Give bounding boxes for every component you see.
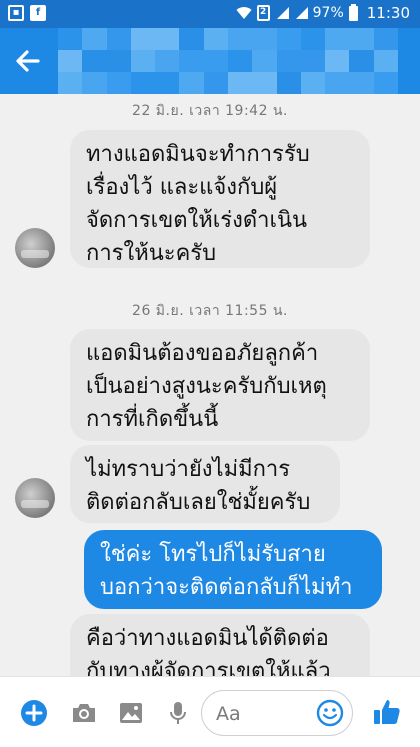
- add-button[interactable]: [20, 699, 48, 727]
- contact-name-blurred[interactable]: [58, 28, 398, 94]
- battery-percent: 97%: [312, 5, 344, 21]
- message-line: เรื่องไว้ และแจ้งกับผู้: [86, 175, 278, 200]
- message-list[interactable]: 22 มิ.ย. เวลา 19:42 น. ทางแอดมินจะทำการร…: [0, 94, 420, 676]
- message-input[interactable]: [216, 701, 316, 727]
- wifi-icon: [236, 7, 252, 20]
- back-arrow-icon: [16, 50, 40, 72]
- message-line: จัดการเขตให้เร่งดำเนิน: [86, 208, 308, 233]
- message-line: บอกว่าจะติดต่อกลับก็ไม่ทำ: [100, 575, 353, 600]
- incoming-message-bubble[interactable]: ไม่ทราบว่ายังไม่มีการ ติดต่อกลับเลยใช่มั…: [70, 445, 340, 523]
- message-line: ติดต่อกลับเลยใช่มั้ยครับ: [86, 490, 311, 515]
- microphone-icon: [170, 702, 186, 724]
- message-timestamp: 26 มิ.ย. เวลา 11:55 น.: [132, 303, 288, 319]
- composer-bar: [0, 676, 420, 747]
- message-timestamp: 22 มิ.ย. เวลา 19:42 น.: [132, 103, 288, 119]
- outgoing-message-bubble[interactable]: ใช่ค่ะ โทรไปก็ไม่รับสาย บอกว่าจะติดต่อกล…: [84, 530, 382, 609]
- message-line: เป็นอย่างสูงนะครับกับเหตุ: [86, 374, 327, 399]
- facebook-notification-icon: f: [30, 5, 46, 21]
- battery-icon: [348, 3, 358, 21]
- message-line: ทางแอดมินจะทำการรับ: [86, 142, 310, 167]
- clock: 11:30: [366, 4, 410, 22]
- gallery-notification-icon: ▪: [8, 5, 24, 21]
- message-line: ไม่ทราบว่ายังไม่มีการ: [86, 457, 291, 482]
- back-button[interactable]: [12, 46, 44, 76]
- contact-avatar[interactable]: [15, 478, 55, 518]
- signal-icon-2: [294, 6, 308, 20]
- signal-icon-1: [275, 6, 289, 20]
- message-line: แอดมินต้องขออภัยลูกค้า: [86, 341, 319, 366]
- plus-circle-icon: [21, 700, 47, 726]
- conversation-header: [0, 28, 420, 94]
- smiley-icon[interactable]: [316, 699, 344, 727]
- message-line: คือว่าทางแอดมินได้ติดต่อ: [86, 626, 329, 651]
- incoming-message-bubble[interactable]: คือว่าทางแอดมินได้ติดต่อ กับทางผู้จัดการ…: [70, 614, 370, 676]
- camera-button[interactable]: [70, 699, 98, 727]
- message-line: การให้นะครับ: [86, 241, 217, 266]
- status-bar: ▪ f 2 97% 11:30: [0, 0, 420, 28]
- voice-button[interactable]: [164, 699, 192, 727]
- like-button[interactable]: [372, 697, 402, 727]
- notification-icons: ▪ f: [8, 5, 46, 21]
- camera-icon: [73, 704, 95, 722]
- message-line: การที่เกิดขึ้นนี้: [86, 407, 219, 432]
- image-icon: [120, 703, 142, 723]
- contact-avatar[interactable]: [15, 228, 55, 268]
- message-input-container[interactable]: [201, 690, 353, 736]
- system-status: 2 97% 11:30: [236, 3, 410, 22]
- message-line: กับทางผู้จัดการเขตให้แล้ว: [86, 659, 331, 676]
- gallery-button[interactable]: [117, 699, 145, 727]
- incoming-message-bubble[interactable]: ทางแอดมินจะทำการรับ เรื่องไว้ และแจ้งกับ…: [70, 130, 370, 268]
- message-line: ใช่ค่ะ โทรไปก็ไม่รับสาย: [100, 542, 326, 567]
- sim-icon: 2: [256, 5, 270, 21]
- incoming-message-bubble[interactable]: แอดมินต้องขออภัยลูกค้า เป็นอย่างสูงนะครั…: [70, 329, 370, 441]
- thumbs-up-icon: [374, 700, 400, 724]
